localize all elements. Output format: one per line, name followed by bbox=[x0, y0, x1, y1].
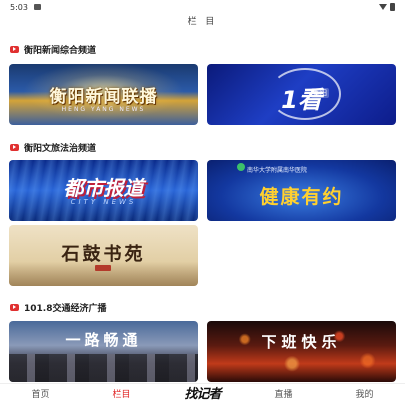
program-tag: 衡阳 bbox=[311, 88, 329, 98]
play-icon bbox=[10, 143, 19, 151]
section-title-radio: 101.8交通经济广播 bbox=[10, 301, 107, 314]
wifi-icon bbox=[379, 4, 387, 10]
program-title: 健康有约 bbox=[259, 186, 344, 208]
status-bar: 5:03 bbox=[0, 0, 405, 14]
section-title-culture: 衡阳文旅法治频道 bbox=[10, 141, 97, 154]
nav-live[interactable]: 直播 bbox=[252, 384, 316, 405]
program-card-health[interactable]: 南华大学附属南华医院 健康有约 bbox=[207, 160, 396, 221]
play-icon bbox=[10, 45, 19, 53]
program-card-hengyang-news[interactable]: 衡阳新闻联播 HENG YANG NEWS bbox=[9, 64, 198, 125]
program-sponsor: 南华大学附属南华医院 bbox=[247, 167, 308, 174]
page-title: 栏 目 bbox=[187, 17, 218, 27]
program-subtitle: HENG YANG NEWS bbox=[61, 106, 146, 113]
seal-stamp bbox=[95, 265, 111, 271]
play-icon bbox=[10, 303, 19, 311]
nav-find-reporter[interactable]: 找记者 bbox=[171, 384, 235, 405]
program-title: 1看 bbox=[281, 86, 322, 114]
hospital-logo-icon bbox=[237, 163, 245, 171]
program-card-city-news[interactable]: 都市报道 CITY NEWS bbox=[9, 160, 198, 221]
program-title: 下班快乐 bbox=[261, 333, 342, 351]
program-title: 衡阳新闻联播 bbox=[49, 87, 158, 107]
section-title-label: 101.8交通经济广播 bbox=[24, 303, 107, 314]
bottom-nav: 首页 栏目 找记者 直播 我的 bbox=[0, 383, 405, 405]
status-time: 5:03 bbox=[10, 2, 28, 12]
program-title: 石鼓书苑 bbox=[61, 244, 146, 265]
program-card-1kan[interactable]: 1看 衡阳 bbox=[207, 64, 396, 125]
gallery-icon bbox=[33, 4, 41, 10]
nav-columns[interactable]: 栏目 bbox=[90, 384, 154, 405]
traffic-graphic bbox=[9, 354, 198, 382]
nav-home[interactable]: 首页 bbox=[9, 384, 73, 405]
program-card-shigu[interactable]: 石鼓书苑 bbox=[9, 225, 198, 286]
channel-list[interactable]: 衡阳新闻综合频道 衡阳新闻联播 HENG YANG NEWS 1看 衡阳 衡阳文… bbox=[0, 38, 405, 383]
section-title-label: 衡阳文旅法治频道 bbox=[24, 143, 97, 154]
battery-icon bbox=[390, 3, 395, 11]
section-title-news: 衡阳新闻综合频道 bbox=[10, 43, 97, 56]
program-card-off-work[interactable]: 下班快乐 bbox=[207, 321, 396, 382]
program-subtitle: CITY NEWS bbox=[70, 198, 137, 206]
program-card-smooth-road[interactable]: 一路畅通 bbox=[9, 321, 198, 382]
section-title-label: 衡阳新闻综合频道 bbox=[24, 45, 97, 56]
program-title: 一路畅通 bbox=[65, 331, 142, 349]
nav-mine[interactable]: 我的 bbox=[333, 384, 397, 405]
program-title: 都市报道 bbox=[63, 176, 144, 200]
